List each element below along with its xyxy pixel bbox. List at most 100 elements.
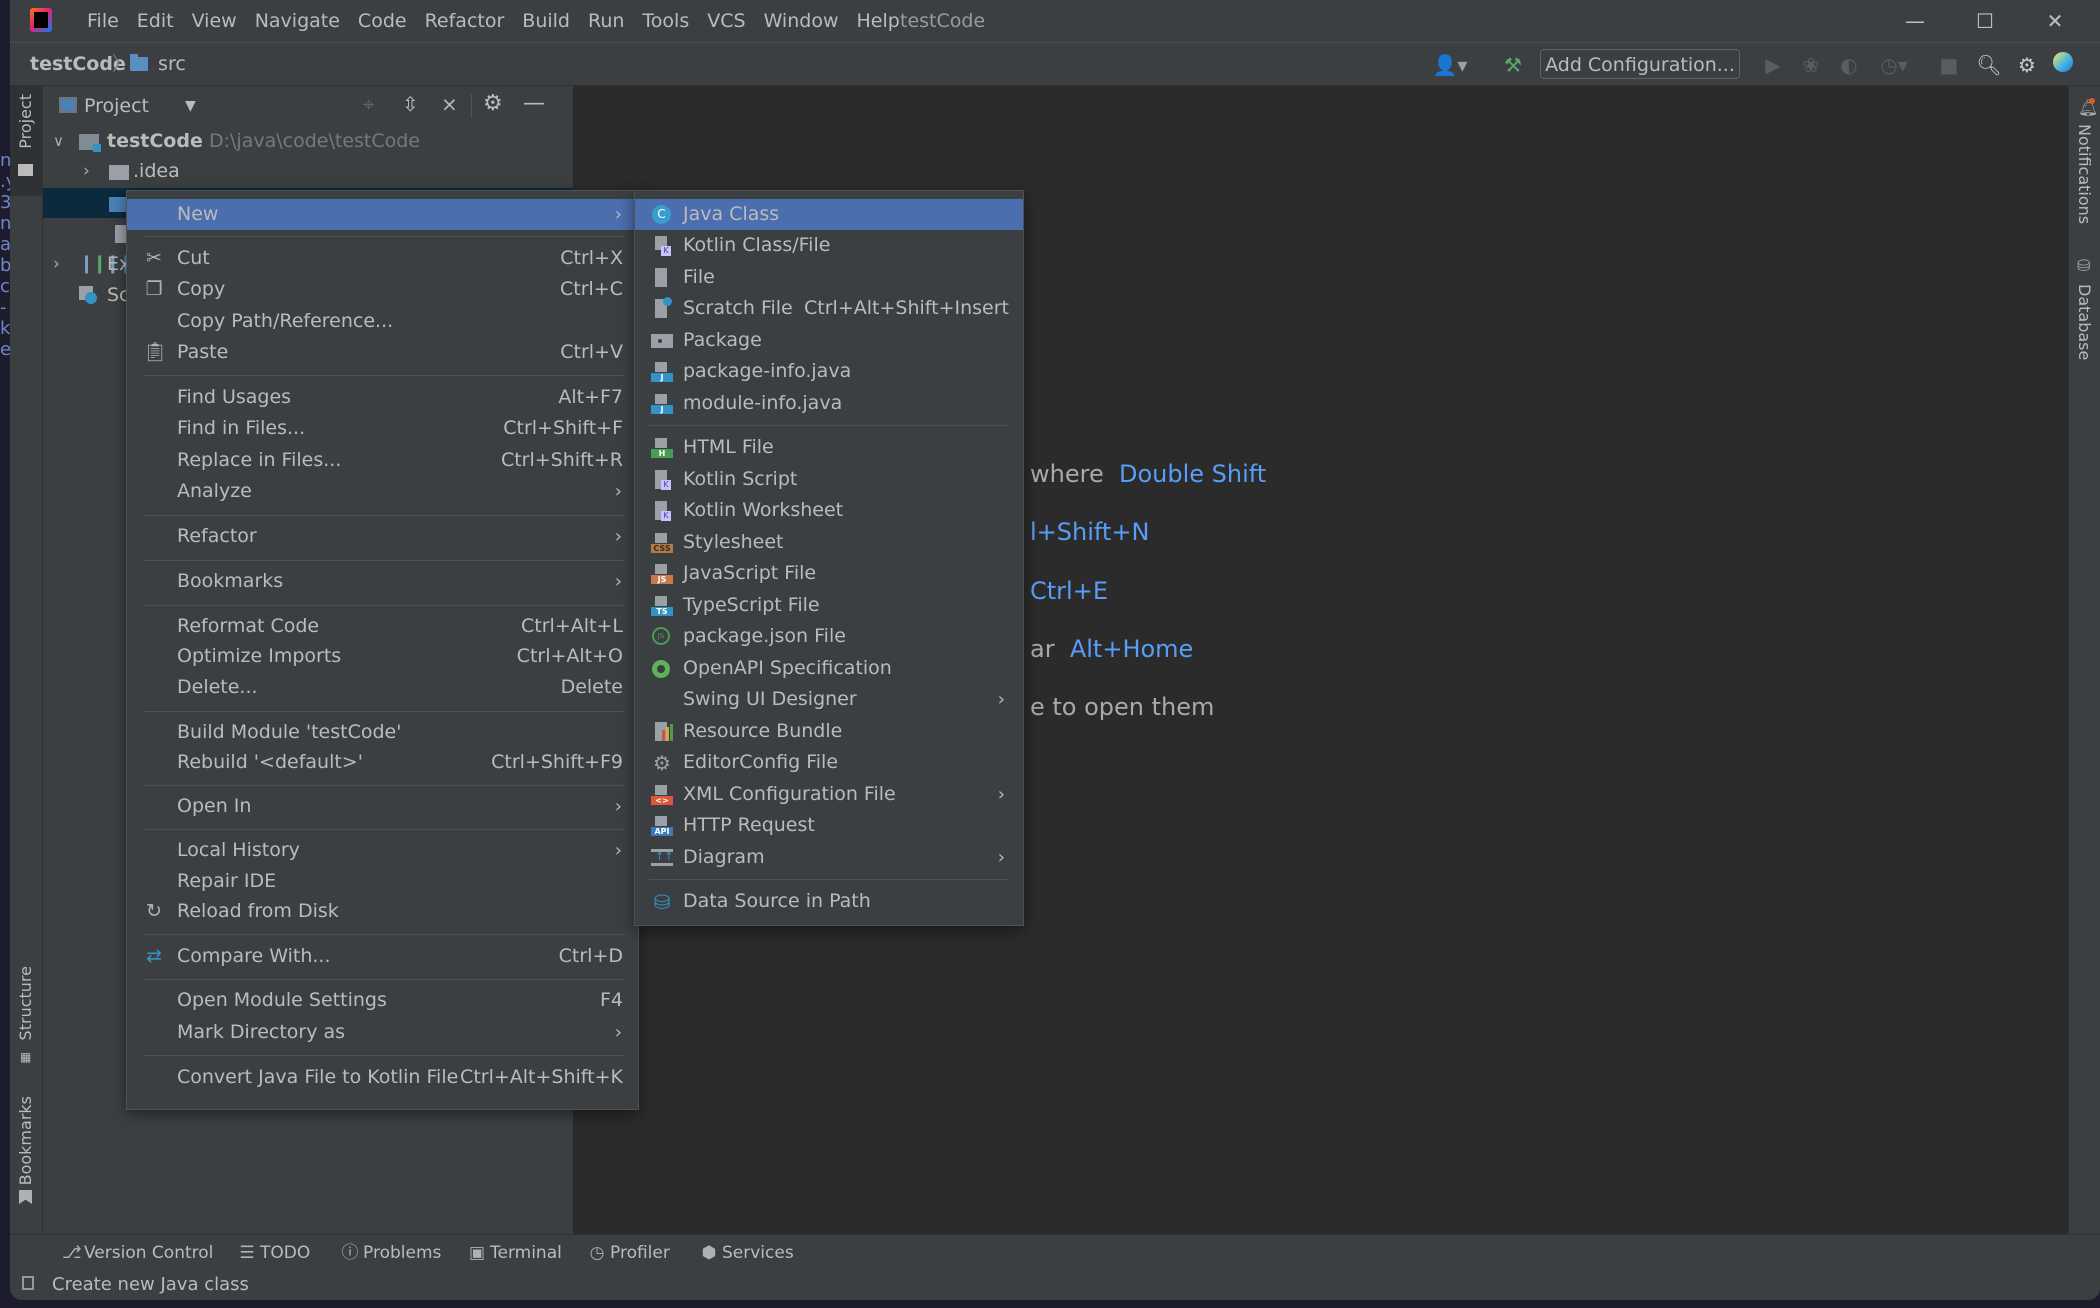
submenu-item-swing-ui-designer[interactable]: Swing UI Designer › [635, 684, 1023, 715]
menu-item-new[interactable]: New › [127, 199, 638, 230]
database-tool-tab[interactable]: ⛁ Database [2069, 256, 2100, 366]
settings-gear-icon[interactable]: ⚙ [2014, 52, 2040, 78]
panel-options-gear-icon[interactable]: ⚙ [483, 91, 503, 116]
submenu-item-module-info[interactable]: J module-info.java [635, 388, 1023, 419]
code-with-me-icon[interactable] [2050, 52, 2076, 78]
submenu-item-package-json[interactable]: JS package.json File [635, 621, 1023, 652]
menu-item-repair-ide[interactable]: Repair IDE [127, 866, 638, 897]
menu-item-copy-path[interactable]: Copy Path/Reference... [127, 306, 638, 337]
add-configuration-button[interactable]: Add Configuration... [1540, 49, 1740, 79]
collapse-all-icon[interactable]: ⨯ [441, 92, 458, 116]
expand-all-icon[interactable]: ⇳ [402, 92, 419, 116]
menu-item-compare-with[interactable]: ⇄ Compare With... Ctrl+D [127, 941, 638, 972]
submenu-item-kotlin-script[interactable]: K Kotlin Script [635, 464, 1023, 495]
menu-navigate[interactable]: Navigate [246, 8, 349, 34]
structure-tool-tab[interactable]: Structure ▦ [10, 966, 42, 1066]
tool-tab-todo[interactable]: ☰ TODO [238, 1242, 310, 1264]
submenu-item-javascript-file[interactable]: JS JavaScript File [635, 558, 1023, 589]
expand-chevron-icon[interactable]: ∨ [53, 126, 64, 156]
profile-icon[interactable]: ◷▾ [1874, 52, 1914, 78]
menu-file[interactable]: File [78, 8, 128, 34]
minimize-button[interactable]: — [1895, 6, 1935, 36]
menu-item-find-in-files[interactable]: Find in Files... Ctrl+Shift+F [127, 413, 638, 444]
collapse-chevron-icon[interactable]: › [53, 249, 60, 279]
menu-item-refactor[interactable]: Refactor › [127, 521, 638, 552]
menu-item-analyze[interactable]: Analyze › [127, 476, 638, 507]
search-icon[interactable]: 🔍︎ [1976, 52, 2002, 78]
menu-item-mark-directory-as[interactable]: Mark Directory as › [127, 1017, 638, 1048]
submenu-item-stylesheet[interactable]: CSS Stylesheet [635, 527, 1023, 558]
run-with-coverage-icon[interactable]: ◐ [1836, 52, 1862, 78]
menu-item-cut[interactable]: ✂ Cut Ctrl+X [127, 243, 638, 274]
menu-item-open-in[interactable]: Open In › [127, 791, 638, 822]
locate-file-icon[interactable]: ⌖ [363, 92, 374, 116]
menu-item-build-module[interactable]: Build Module 'testCode' [127, 717, 638, 748]
kotlin-worksheet-icon: K [651, 501, 673, 521]
menu-view[interactable]: View [183, 8, 246, 34]
submenu-item-scratch-file[interactable]: Scratch File Ctrl+Alt+Shift+Insert [635, 293, 1023, 324]
tool-tab-terminal[interactable]: ▣ Terminal [468, 1242, 562, 1264]
menu-item-shortcut: Ctrl+V [560, 341, 623, 363]
menu-refactor[interactable]: Refactor [416, 8, 514, 34]
submenu-item-file[interactable]: File [635, 262, 1023, 293]
breadcrumb-src[interactable]: src [130, 53, 186, 75]
submenu-item-kotlin-worksheet[interactable]: K Kotlin Worksheet [635, 495, 1023, 526]
menu-window[interactable]: Window [755, 8, 848, 34]
menu-item-open-module-settings[interactable]: Open Module Settings F4 [127, 985, 638, 1016]
submenu-item-html-file[interactable]: H HTML File [635, 432, 1023, 463]
status-toggle-icon[interactable] [22, 1276, 34, 1290]
menu-item-copy[interactable]: ❐ Copy Ctrl+C [127, 274, 638, 305]
tool-tab-profiler[interactable]: ◷ Profiler [588, 1242, 670, 1264]
submenu-item-package-info[interactable]: J package-info.java [635, 356, 1023, 387]
submenu-item-typescript-file[interactable]: TS TypeScript File [635, 590, 1023, 621]
menu-item-find-usages[interactable]: Find Usages Alt+F7 [127, 382, 638, 413]
menu-item-replace-in-files[interactable]: Replace in Files... Ctrl+Shift+R [127, 445, 638, 476]
menu-item-reload-from-disk[interactable]: ↻ Reload from Disk [127, 896, 638, 927]
menu-build[interactable]: Build [513, 8, 579, 34]
submenu-item-data-source-in-path[interactable]: ⛁ Data Source in Path [635, 886, 1023, 917]
menu-item-convert-to-kotlin[interactable]: Convert Java File to Kotlin File Ctrl+Alt… [127, 1062, 638, 1093]
menu-item-local-history[interactable]: Local History › [127, 835, 638, 866]
hide-panel-icon[interactable]: — [523, 91, 545, 116]
tree-item-root[interactable]: ∨ testCode D:\java\code\testCode [43, 126, 573, 156]
project-view-title[interactable]: Project [84, 94, 149, 118]
menu-item-paste[interactable]: 📋︎ Paste Ctrl+V [127, 337, 638, 368]
menu-item-bookmarks[interactable]: Bookmarks › [127, 566, 638, 597]
debug-icon[interactable]: ❀ [1798, 52, 1824, 78]
menu-code[interactable]: Code [349, 8, 416, 34]
submenu-item-diagram[interactable]: ↑↑ Diagram › [635, 842, 1023, 873]
notifications-tool-tab[interactable]: 🔔︎ Notifications [2069, 98, 2100, 238]
menu-run[interactable]: Run [579, 8, 633, 34]
menu-item-reformat-code[interactable]: Reformat Code Ctrl+Alt+L [127, 611, 638, 642]
menu-item-optimize-imports[interactable]: Optimize Imports Ctrl+Alt+O [127, 641, 638, 672]
submenu-item-kotlin-class[interactable]: K Kotlin Class/File [635, 230, 1023, 261]
project-tool-tab[interactable]: Project [10, 86, 42, 196]
close-button[interactable]: ✕ [2035, 6, 2075, 36]
collapse-chevron-icon[interactable]: › [83, 156, 90, 186]
submenu-item-java-class[interactable]: C Java Class [635, 199, 1023, 230]
submenu-item-resource-bundle[interactable]: Resource Bundle [635, 716, 1023, 747]
menu-item-delete[interactable]: Delete... Delete [127, 672, 638, 703]
submenu-item-http-request[interactable]: API HTTP Request [635, 810, 1023, 841]
project-view-dropdown-icon[interactable]: ▼ [185, 94, 196, 118]
services-icon: ⬢ [701, 1243, 717, 1263]
tool-tab-services[interactable]: ⬢ Services [700, 1242, 794, 1264]
build-hammer-icon[interactable]: ⚒ [1500, 52, 1526, 78]
menu-vcs[interactable]: VCS [698, 8, 754, 34]
submenu-item-package[interactable]: Package [635, 325, 1023, 356]
menu-item-rebuild[interactable]: Rebuild '<default>' Ctrl+Shift+F9 [127, 747, 638, 778]
stop-icon[interactable]: ■ [1936, 52, 1962, 78]
menu-edit[interactable]: Edit [128, 8, 183, 34]
bookmarks-tool-tab[interactable]: Bookmarks [10, 1096, 42, 1206]
menu-tools[interactable]: Tools [633, 8, 698, 34]
maximize-button[interactable]: ☐ [1965, 6, 2005, 36]
tool-tab-problems[interactable]: ⓘ Problems [341, 1242, 442, 1264]
run-icon[interactable]: ▶ [1760, 52, 1786, 78]
user-account-icon[interactable]: 👤▾ [1430, 52, 1470, 78]
tree-item-idea[interactable]: › .idea [43, 156, 573, 186]
submenu-item-editorconfig[interactable]: ⚙ EditorConfig File [635, 747, 1023, 778]
submenu-item-xml-configuration[interactable]: <> XML Configuration File › [635, 779, 1023, 810]
nodejs-icon: JS [651, 627, 673, 647]
submenu-item-openapi[interactable]: OpenAPI Specification [635, 653, 1023, 684]
tool-tab-version-control[interactable]: ⎇ Version Control [62, 1242, 213, 1264]
